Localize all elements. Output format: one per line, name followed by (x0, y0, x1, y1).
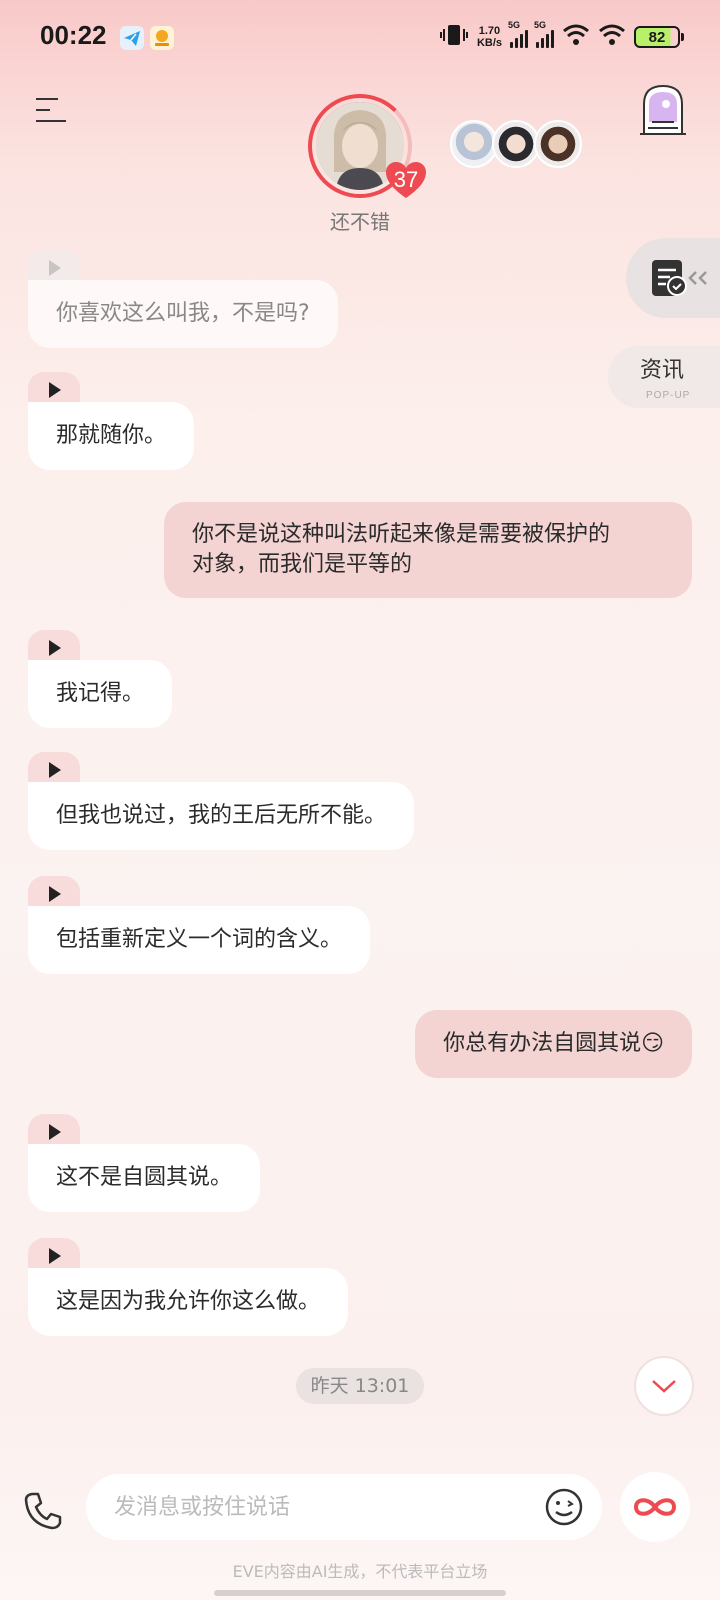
play-icon (49, 382, 61, 398)
ai-message: 这是因为我允许你这么做。 (28, 1238, 349, 1336)
signal-label: 5G (534, 20, 547, 30)
message-text-line: 你不是说这种叫法听起来像是需要被保护的 (192, 522, 611, 547)
affinity-heart-icon[interactable]: 37 (384, 160, 428, 200)
affinity-count: 37 (393, 167, 419, 192)
phone-call-button[interactable] (22, 1490, 64, 1532)
status-icons: 1.70 KB/s 5G 5G 82 (439, 20, 684, 54)
play-icon (49, 260, 61, 276)
signal-label: 5G (508, 20, 521, 30)
news-popup-tab[interactable]: 资讯 POP-UP (608, 346, 720, 408)
message-text: 我记得。 (28, 660, 173, 728)
user-message: 你不是说这种叫法听起来像是需要被保护的 对象，而我们是平等的 (164, 502, 692, 598)
emoji-icon[interactable] (544, 1487, 584, 1527)
message-text: 包括重新定义一个词的含义。 (28, 906, 371, 974)
castle-icon[interactable] (638, 82, 688, 136)
phone-icon (24, 1492, 62, 1530)
message-text: 你喜欢这么叫我，不是吗? (28, 280, 338, 348)
chevron-down-icon (652, 1380, 676, 1393)
message-text: 这不是自圆其说。 (28, 1144, 261, 1212)
notes-check-icon (652, 260, 707, 296)
ai-message: 但我也说过，我的王后无所不能。 (28, 752, 415, 850)
net-speed-unit: KB/s (476, 37, 502, 49)
app-icon (150, 26, 174, 50)
message-input-box[interactable] (86, 1474, 602, 1540)
memo-tab[interactable] (626, 238, 720, 318)
status-time: 00:22 (40, 20, 107, 50)
ai-message: 包括重新定义一个词的含义。 (28, 876, 371, 974)
vibrate-icon (439, 23, 469, 51)
battery-level: 82 (648, 28, 666, 46)
play-icon (49, 886, 61, 902)
other-characters[interactable] (450, 120, 582, 168)
character-avatar-small[interactable] (492, 120, 540, 168)
message-input[interactable] (114, 1494, 514, 1520)
play-icon (49, 1248, 61, 1264)
ai-message: 我记得。 (28, 630, 173, 728)
message-timestamp: 昨天 13:01 (296, 1368, 424, 1404)
network-speed: 1.70 KB/s (477, 25, 502, 49)
signal-icon: 5G (534, 20, 554, 48)
signal-icon: 5G (508, 20, 528, 48)
news-sub-label: POP-UP (646, 390, 691, 401)
message-text: 你总有办法自圆其说😏 (443, 1031, 664, 1056)
ai-disclaimer: EVE内容由AI生成，不代表平台立场 (232, 1562, 488, 1581)
play-icon (49, 1124, 61, 1140)
telegram-icon (120, 26, 144, 50)
message-text-line: 对象，而我们是平等的 (192, 552, 413, 577)
scroll-to-bottom-button[interactable] (634, 1356, 694, 1416)
ai-message: 这不是自圆其说。 (28, 1114, 261, 1212)
ai-message: 你喜欢这么叫我，不是吗? (28, 250, 338, 348)
ai-message: 那就随你。 (28, 372, 195, 470)
mood-label: 还不错 (330, 210, 390, 234)
news-label: 资讯 (640, 358, 685, 383)
battery-icon: 82 (634, 26, 684, 48)
wifi-icon (562, 24, 590, 50)
net-speed-value: 1.70 (478, 25, 501, 37)
message-text: 那就随你。 (28, 402, 195, 470)
play-icon (49, 762, 61, 778)
home-indicator[interactable] (214, 1590, 506, 1596)
character-avatar-small[interactable] (450, 120, 498, 168)
menu-icon[interactable] (36, 98, 66, 126)
infinity-icon (633, 1498, 677, 1516)
character-avatar-small[interactable] (534, 120, 582, 168)
message-text: 这是因为我允许你这么做。 (28, 1268, 349, 1336)
infinity-button[interactable] (620, 1472, 690, 1542)
play-icon (49, 640, 61, 656)
wifi-icon (598, 24, 626, 50)
message-text: 但我也说过，我的王后无所不能。 (28, 782, 415, 850)
user-message: 你总有办法自圆其说😏 (415, 1010, 692, 1078)
